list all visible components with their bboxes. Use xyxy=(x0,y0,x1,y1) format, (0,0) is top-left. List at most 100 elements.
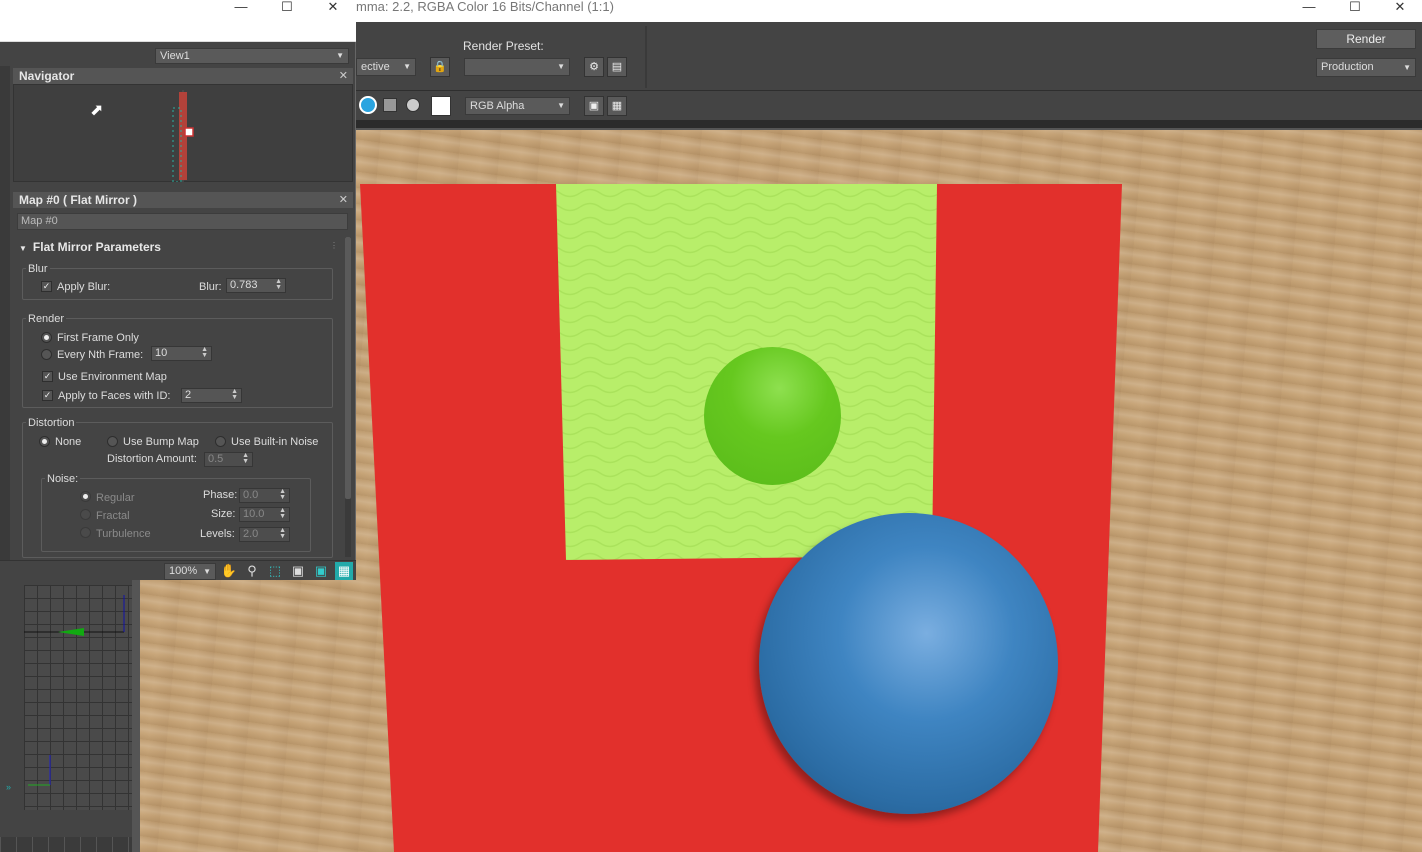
chevron-down-icon: ▼ xyxy=(403,62,411,71)
green-marker-icon xyxy=(58,628,84,636)
use-env-map-checkbox[interactable]: ✓ xyxy=(42,371,53,382)
material-editor-titlebar: — ☐ ✕ xyxy=(0,0,356,42)
maximize-icon[interactable]: ☐ xyxy=(264,0,310,14)
distortion-amount-value: 0.5 xyxy=(208,453,224,465)
chevron-down-icon: ▼ xyxy=(557,101,565,110)
size-label: Size: xyxy=(211,508,236,520)
close-icon[interactable]: ✕ xyxy=(310,0,356,14)
face-id-spinner[interactable]: 2 ▲ ▼ xyxy=(181,388,242,403)
close-icon[interactable]: ✕ xyxy=(1377,0,1422,14)
noise-regular-radio[interactable] xyxy=(80,491,91,502)
production-dropdown[interactable]: Production ▼ xyxy=(1316,58,1416,77)
area-to-render-dropdown[interactable]: ective ▼ xyxy=(356,58,416,76)
spinner-arrows-icon[interactable]: ▲ ▼ xyxy=(275,278,282,291)
noise-turbulence-label: Turbulence xyxy=(96,528,151,540)
navigator-header[interactable]: Navigator ✕ xyxy=(13,68,353,84)
built-in-noise-radio[interactable] xyxy=(215,436,226,447)
first-frame-radio[interactable] xyxy=(41,332,52,343)
noise-turbulence-radio[interactable] xyxy=(80,527,91,538)
apply-blur-label: Apply Blur: xyxy=(57,281,111,293)
every-nth-label: Every Nth Frame: xyxy=(57,349,144,361)
render-setup-icon[interactable]: ⚙ xyxy=(584,57,604,77)
view-value: View1 xyxy=(160,50,190,62)
built-in-noise-label: Use Built-in Noise xyxy=(231,436,319,448)
view-dropdown[interactable]: View1 ▼ xyxy=(155,48,349,64)
lock-icon[interactable]: 🔒 xyxy=(430,57,450,77)
drag-handle-icon[interactable]: ⋮ xyxy=(330,241,338,250)
blue-channel-icon[interactable] xyxy=(406,98,420,112)
copy-image-icon[interactable]: ▦ xyxy=(607,96,627,116)
spinner-arrows-icon[interactable]: ▲ ▼ xyxy=(242,452,249,465)
distortion-amount-spinner[interactable]: 0.5 ▲ ▼ xyxy=(204,452,253,467)
hand-icon[interactable]: ✋ xyxy=(220,562,238,580)
scrollbar-thumb[interactable] xyxy=(345,237,351,499)
levels-spinner[interactable]: 2.0 ▲ ▼ xyxy=(239,527,290,542)
minimize-icon[interactable]: — xyxy=(218,0,264,14)
environment-icon[interactable]: ▤ xyxy=(607,57,627,77)
apply-blur-checkbox[interactable]: ✓ xyxy=(41,281,52,292)
phase-spinner[interactable]: 0.0 ▲ ▼ xyxy=(239,488,290,503)
every-nth-radio[interactable] xyxy=(41,349,52,360)
render-group-label: Render xyxy=(26,313,67,325)
channel-value: RGB Alpha xyxy=(470,100,525,112)
blur-spinner[interactable]: 0.783 ▲ ▼ xyxy=(226,278,286,293)
nth-frame-spinner[interactable]: 10 ▲ ▼ xyxy=(151,346,212,361)
maximize-icon[interactable]: ☐ xyxy=(1332,0,1378,14)
cursor-icon: ⬈ xyxy=(90,102,104,119)
distortion-none-radio[interactable] xyxy=(39,436,50,447)
first-frame-label: First Frame Only xyxy=(57,332,139,344)
channel-display-dropdown[interactable]: RGB Alpha ▼ xyxy=(465,97,570,115)
render-preset-dropdown[interactable]: ▼ xyxy=(464,58,570,76)
viewport-scroll-strip[interactable] xyxy=(132,580,140,852)
phase-value: 0.0 xyxy=(243,489,259,501)
map-name-field[interactable]: Map #0 xyxy=(17,213,348,230)
use-bump-map-radio[interactable] xyxy=(107,436,118,447)
maximize-viewport-icon[interactable]: ▦ xyxy=(335,562,353,580)
region-zoom-icon[interactable]: ⬚ xyxy=(266,562,284,580)
viewport-timeline[interactable] xyxy=(0,837,132,852)
render-button[interactable]: Render xyxy=(1316,29,1416,49)
spinner-arrows-icon[interactable]: ▲ ▼ xyxy=(279,527,286,540)
zoom-dropdown[interactable]: 100% ▼ xyxy=(164,563,216,580)
node-graph-preview xyxy=(172,90,194,182)
apply-faces-label: Apply to Faces with ID: xyxy=(58,390,171,402)
minimize-icon[interactable]: — xyxy=(1286,0,1332,14)
zoom-extents-icon[interactable]: ▣ xyxy=(289,562,307,580)
chevron-down-icon: ▼ xyxy=(336,51,344,60)
framebuffer-toolbar xyxy=(356,22,1422,90)
close-icon[interactable]: ✕ xyxy=(339,192,348,208)
rollout-header[interactable]: ▼ Flat Mirror Parameters xyxy=(13,238,343,256)
face-id-value: 2 xyxy=(185,389,192,401)
display-icon[interactable]: ▣ xyxy=(584,96,604,116)
apply-faces-checkbox[interactable]: ✓ xyxy=(42,390,53,401)
spinner-arrows-icon[interactable]: ▲ ▼ xyxy=(279,507,286,520)
map-panel-header[interactable]: Map #0 ( Flat Mirror ) ✕ xyxy=(13,192,353,208)
spinner-arrows-icon[interactable]: ▲ ▼ xyxy=(201,346,208,359)
red-channel-icon[interactable] xyxy=(359,96,377,114)
toolbar-divider xyxy=(645,26,647,88)
noise-fractal-radio[interactable] xyxy=(80,509,91,520)
blur-label: Blur: xyxy=(199,281,222,293)
rollout-title: Flat Mirror Parameters xyxy=(32,240,161,254)
levels-label: Levels: xyxy=(200,528,235,540)
map-panel-title: Map #0 ( Flat Mirror ) xyxy=(19,193,138,207)
close-icon[interactable]: ✕ xyxy=(339,68,348,84)
noise-group-label: Noise: xyxy=(45,473,81,485)
size-spinner[interactable]: 10.0 ▲ ▼ xyxy=(239,507,290,522)
distortion-none-label: None xyxy=(55,436,82,448)
zoom-value: 100% xyxy=(169,565,198,577)
viewport[interactable]: » xyxy=(0,580,140,852)
zoom-selected-icon[interactable]: ▣ xyxy=(312,562,330,580)
chevron-down-icon: ▼ xyxy=(203,567,211,576)
blur-group-label: Blur xyxy=(26,263,50,275)
production-value: Production xyxy=(1321,61,1374,73)
left-track xyxy=(0,66,10,566)
green-channel-icon[interactable] xyxy=(383,98,397,112)
blur-value: 0.783 xyxy=(230,279,258,291)
spinner-arrows-icon[interactable]: ▲ ▼ xyxy=(231,388,238,401)
expand-arrows-icon[interactable]: » xyxy=(6,782,11,792)
spinner-arrows-icon[interactable]: ▲ ▼ xyxy=(279,488,286,501)
noise-fractal-label: Fractal xyxy=(96,510,130,522)
alpha-swatch[interactable] xyxy=(431,96,451,116)
zoom-icon[interactable]: ⚲ xyxy=(243,562,261,580)
